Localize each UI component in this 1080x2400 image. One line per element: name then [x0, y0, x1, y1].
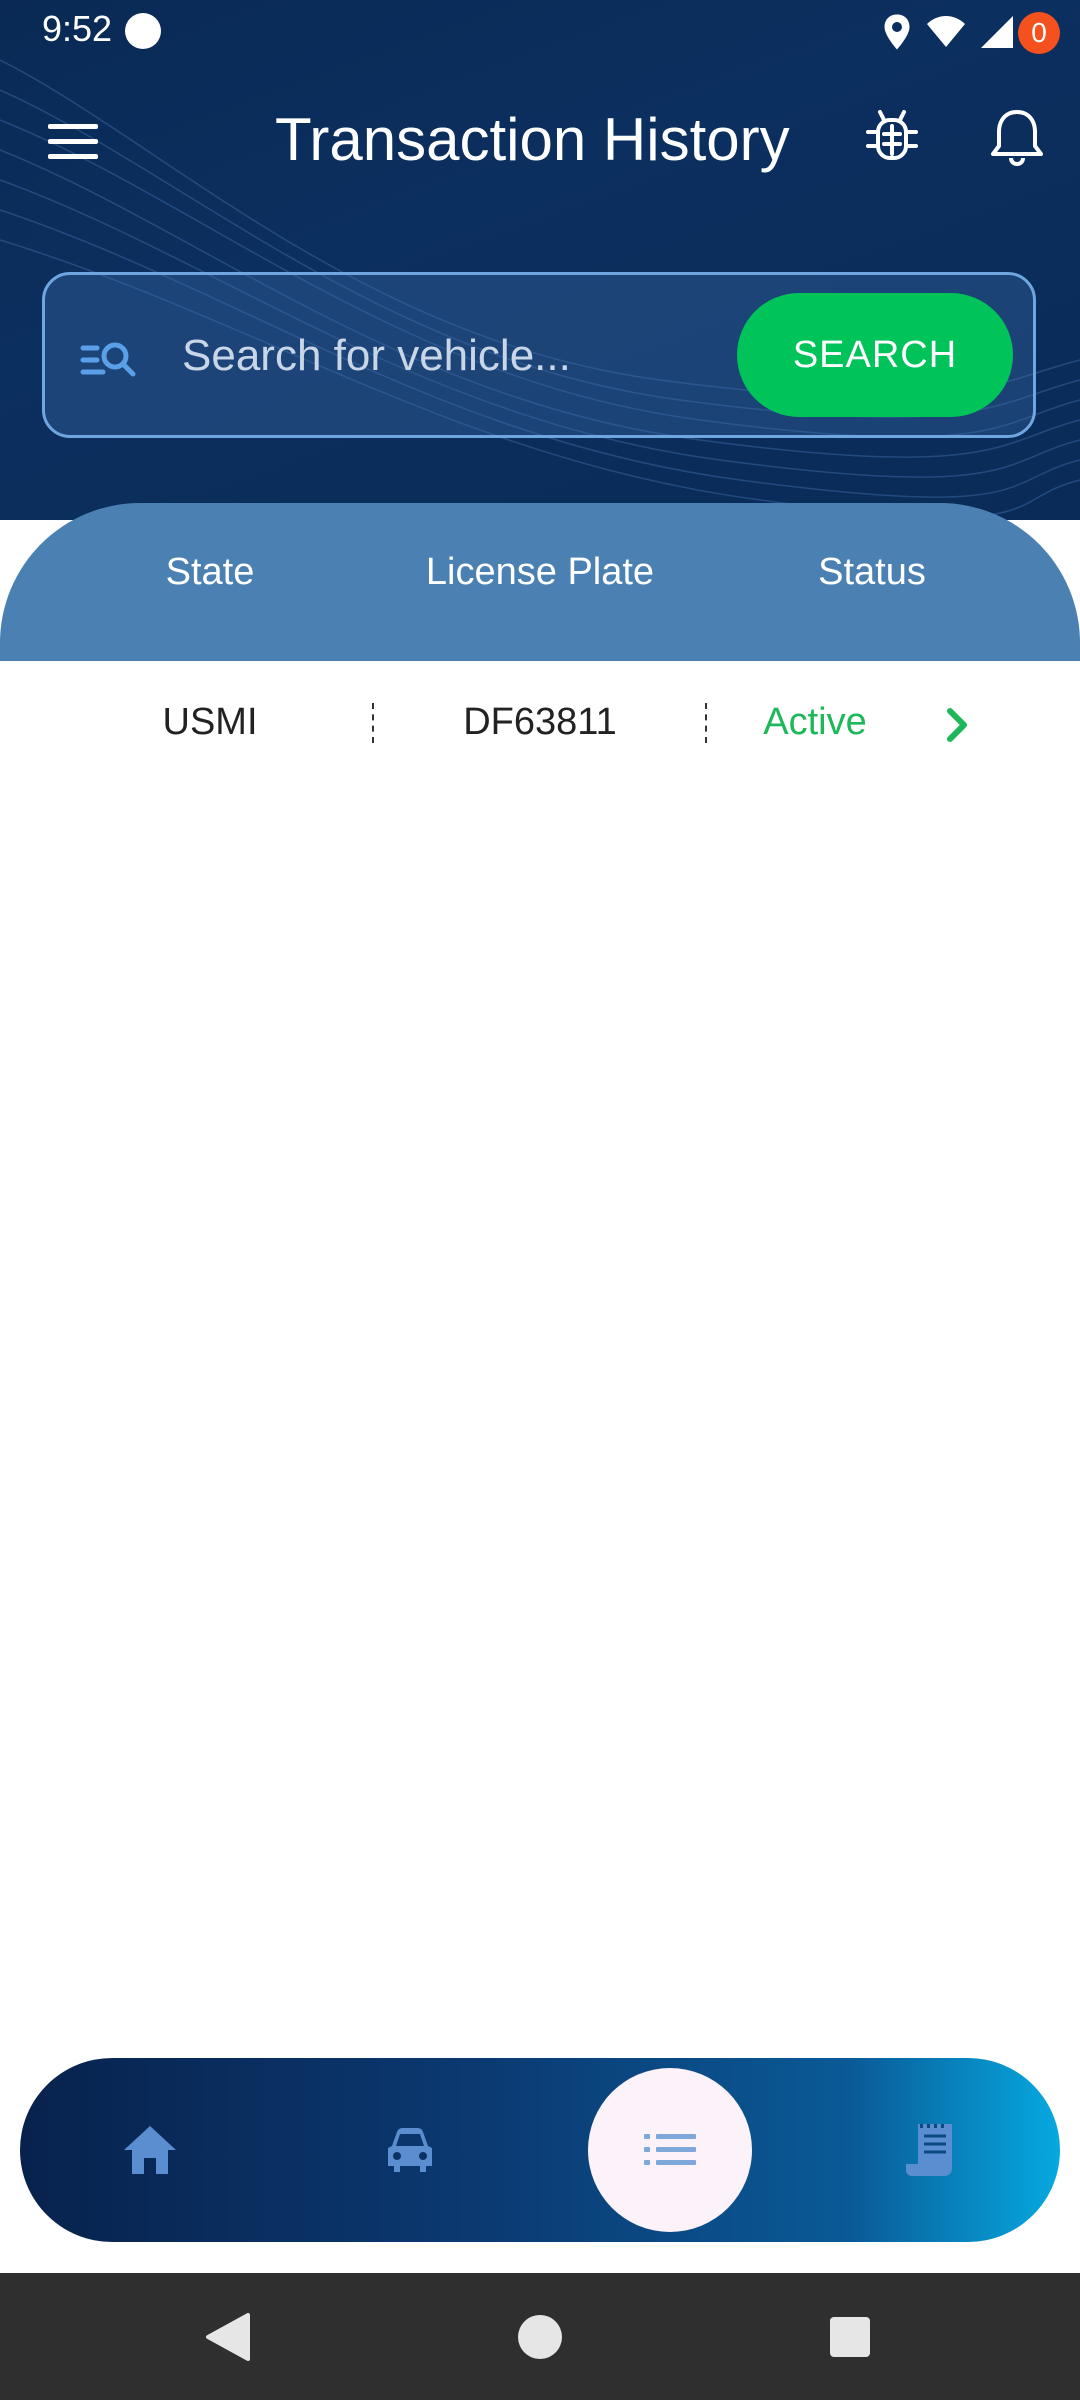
home-icon	[124, 2126, 176, 2174]
vehicle-icon	[388, 2128, 432, 2172]
bottom-navigation	[20, 2058, 1060, 2242]
home-circle-icon[interactable]	[512, 2309, 568, 2365]
location-icon	[884, 14, 910, 50]
list-icon	[644, 2134, 696, 2165]
wave-pattern	[0, 59, 1080, 518]
row-divider	[705, 703, 707, 743]
status-bar: 9:52	[0, 0, 1080, 62]
nav-home[interactable]	[100, 2100, 200, 2200]
app-bar: Transaction History	[0, 80, 1080, 200]
bug-report-icon[interactable]	[860, 104, 924, 168]
status-time: 9:52	[42, 8, 113, 49]
hamburger-menu-icon[interactable]	[40, 110, 110, 170]
row-divider	[372, 703, 374, 743]
search-input[interactable]	[180, 315, 724, 397]
cell-license-plate: DF63811	[463, 701, 617, 743]
recent-apps-icon[interactable]	[822, 2309, 878, 2365]
column-header-license-plate: License Plate	[425, 551, 655, 593]
notification-bell-icon[interactable]	[985, 104, 1049, 168]
table-row[interactable]: USMI DF63811 Active	[0, 661, 1080, 789]
nav-receipt[interactable]	[880, 2100, 980, 2200]
header-background: 9:52 Transaction History 0 Search for ve…	[0, 0, 1080, 520]
cellular-signal-icon	[981, 16, 1013, 48]
nav-transaction-list[interactable]	[620, 2100, 720, 2200]
status-dot-icon	[125, 13, 161, 49]
receipt-icon	[906, 2124, 952, 2176]
column-header-status: Status	[818, 551, 926, 593]
notification-count-badge: 0	[1018, 12, 1060, 54]
page-title: Transaction History	[275, 106, 790, 173]
cell-state: USMI	[162, 701, 258, 743]
system-navigation-bar	[0, 2273, 1080, 2400]
search-box: SEARCH	[42, 272, 1036, 438]
cell-status: Active	[763, 701, 867, 743]
search-button[interactable]: SEARCH	[737, 293, 1013, 417]
table-header: State License Plate Status	[0, 503, 1080, 661]
back-icon[interactable]	[200, 2309, 256, 2365]
search-list-icon	[80, 342, 136, 377]
column-header-state: State	[165, 551, 255, 593]
nav-vehicle[interactable]	[360, 2100, 460, 2200]
wifi-icon	[927, 16, 965, 47]
chevron-right-icon[interactable]	[938, 703, 978, 747]
